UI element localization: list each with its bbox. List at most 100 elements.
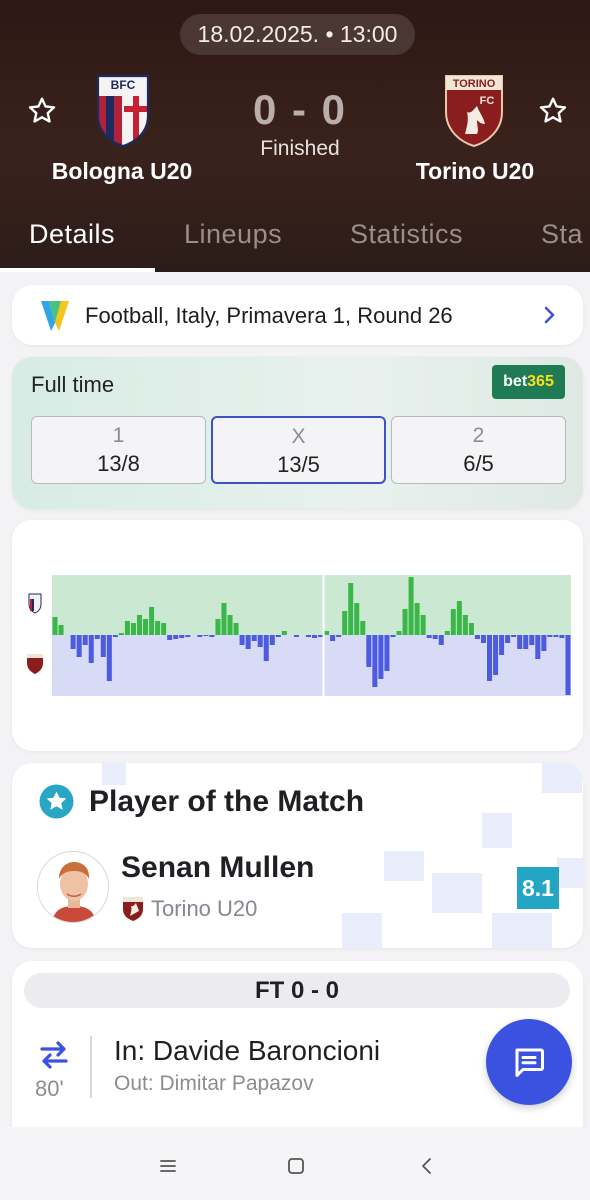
recent-apps-icon [160, 1160, 176, 1172]
momentum-bar [245, 635, 251, 649]
momentum-bar [493, 635, 499, 675]
back-icon [422, 1158, 431, 1174]
momentum-bar [390, 635, 396, 637]
chat-fab-button[interactable] [486, 1019, 572, 1105]
player-of-the-match-card[interactable]: Player of the Match Senan Mullen Torino … [12, 763, 583, 948]
decor-square [492, 913, 552, 948]
momentum-bar [499, 635, 505, 655]
match-score: 0 - 0 [252, 86, 348, 133]
momentum-bar [136, 615, 143, 635]
momentum-bar [517, 635, 523, 649]
momentum-bar [263, 635, 269, 661]
momentum-bar [257, 635, 263, 647]
substitution-player-in[interactable]: In: Davide Baroncioni [114, 1035, 380, 1067]
player-name[interactable]: Senan Mullen [121, 851, 314, 885]
momentum-bar [76, 635, 82, 657]
decor-square [482, 813, 512, 848]
momentum-bar [197, 635, 203, 637]
favorite-home-star-icon[interactable] [22, 91, 62, 131]
svg-text:TORINO: TORINO [453, 78, 496, 90]
momentum-bar [215, 619, 221, 635]
bet365-prefix: bet [503, 373, 528, 390]
potm-heading: Player of the Match [89, 785, 365, 818]
odds-key: X [291, 425, 306, 448]
momentum-bar [221, 603, 227, 635]
odds-away-button[interactable]: 2 6/5 [391, 416, 566, 484]
momentum-bar [414, 603, 420, 635]
attack-momentum-card[interactable] [12, 520, 583, 751]
momentum-bar [348, 583, 354, 635]
tab-standings[interactable]: Sta [541, 219, 583, 250]
home-icon [288, 1158, 304, 1174]
odds-home-button[interactable]: 1 13/8 [31, 416, 206, 484]
momentum-bar [312, 635, 318, 638]
substitution-player-out[interactable]: Out: Dimitar Papazov [114, 1072, 314, 1096]
tab-lineups[interactable]: Lineups [184, 219, 282, 250]
odds-card: Full time bet 365 1 13/8 X 13/5 2 6/5 [12, 357, 583, 509]
torino-mini-logo-icon [27, 654, 43, 674]
momentum-bar [511, 635, 517, 637]
momentum-bar [124, 621, 130, 635]
momentum-bar [318, 635, 324, 637]
momentum-bar [559, 635, 565, 638]
recent-apps-button[interactable] [153, 1151, 183, 1181]
tab-statistics[interactable]: Statistics [350, 219, 463, 250]
momentum-bar [227, 615, 233, 635]
tab-details[interactable]: Details [29, 219, 115, 250]
momentum-bar [432, 635, 438, 639]
match-tabs: Details Lineups Statistics Sta [0, 205, 590, 272]
chat-icon [515, 1048, 544, 1077]
momentum-bar [420, 615, 426, 635]
system-nav-bar [0, 1127, 590, 1200]
momentum-bar [251, 635, 257, 641]
favorite-away-star-icon[interactable] [533, 91, 573, 131]
momentum-bar [173, 635, 179, 639]
momentum-bar [155, 621, 161, 635]
attack-momentum-graph [27, 575, 571, 696]
substitution-icon [40, 1041, 68, 1069]
decor-square [557, 858, 583, 888]
match-header: 18.02.2025. • 13:00 BFC Bologna U20 0 - … [0, 0, 590, 272]
momentum-bar [354, 603, 360, 635]
decor-square [432, 873, 482, 913]
bet365-logo[interactable]: bet 365 [492, 365, 565, 399]
momentum-bar [553, 635, 559, 637]
momentum-bar [130, 623, 136, 635]
bologna-logo-icon: BFC [96, 74, 150, 148]
momentum-bar [112, 635, 118, 637]
momentum-bar [82, 635, 88, 645]
tournament-label: Football, Italy, Primavera 1, Round 26 [85, 303, 453, 328]
player-avatar[interactable] [37, 851, 109, 923]
decor-square [102, 763, 126, 785]
svg-text:BFC: BFC [111, 78, 136, 92]
momentum-bar [305, 635, 311, 637]
tournament-row[interactable]: Football, Italy, Primavera 1, Round 26 [12, 285, 583, 345]
momentum-bar [161, 623, 167, 635]
momentum-bar [402, 609, 408, 635]
momentum-bar [535, 635, 541, 659]
back-button[interactable] [412, 1151, 442, 1181]
momentum-bar [462, 615, 468, 635]
odds-key: 1 [112, 424, 125, 447]
momentum-bar [456, 601, 462, 635]
momentum-bar [372, 635, 378, 687]
momentum-bar [88, 635, 94, 663]
home-button[interactable] [281, 1151, 311, 1181]
odds-draw-button[interactable]: X 13/5 [211, 416, 386, 484]
away-team-name[interactable]: Torino U20 [380, 158, 570, 185]
momentum-bar [426, 635, 432, 638]
momentum-bar [384, 635, 390, 671]
momentum-bar [70, 635, 76, 649]
torino-logo-icon: TORINO FC [445, 75, 503, 148]
momentum-bar [487, 635, 493, 681]
home-team-name[interactable]: Bologna U20 [27, 158, 217, 185]
momentum-bar [281, 631, 287, 635]
momentum-bar [378, 635, 384, 679]
player-photo [38, 852, 108, 922]
bet365-suffix: 365 [527, 373, 554, 390]
chevron-right-icon [544, 306, 555, 324]
player-team: Torino U20 [151, 896, 258, 921]
momentum-bar [179, 635, 185, 638]
svg-text:FC: FC [480, 95, 495, 107]
momentum-bar [336, 635, 342, 637]
